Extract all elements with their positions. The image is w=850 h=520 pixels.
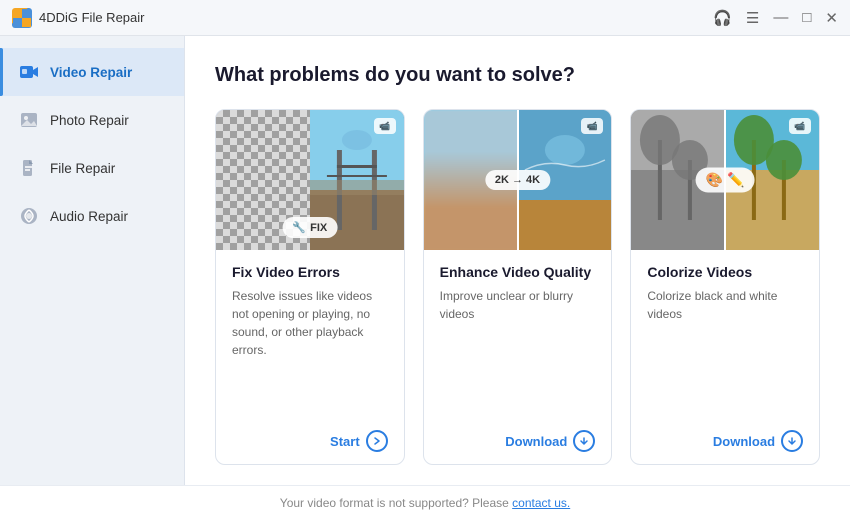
titlebar-controls: 🎧 ☰ — □ ✕: [713, 9, 838, 27]
card-title-fix: Fix Video Errors: [232, 264, 388, 280]
titlebar: 4DDiG File Repair 🎧 ☰ — □ ✕: [0, 0, 850, 36]
start-arrow-circle: [366, 430, 388, 452]
card-body-enhance: Enhance Video Quality Improve unclear or…: [424, 250, 612, 464]
video-icon-badge-colorize: 📹: [789, 118, 811, 134]
app-title: 4DDiG File Repair: [39, 10, 144, 25]
card-body-colorize: Colorize Videos Colorize black and white…: [631, 250, 819, 464]
video-icon-badge-enhance: 📹: [581, 118, 603, 134]
download-arrow-circle-enhance: [573, 430, 595, 452]
sidebar-label-video-repair: Video Repair: [50, 65, 132, 80]
sidebar-item-photo-repair[interactable]: Photo Repair: [0, 96, 184, 144]
wrench-icon: 🔧: [292, 221, 306, 234]
card-enhance-video: 2K → 4K 📹 Enhance Video Quality Improve …: [423, 109, 613, 465]
sidebar-item-video-repair[interactable]: Video Repair: [0, 48, 184, 96]
fix-badge-label: FIX: [310, 222, 327, 234]
download-label-colorize: Download: [713, 434, 775, 449]
fix-badge: 🔧 FIX: [282, 217, 337, 238]
card-desc-fix: Resolve issues like videos not opening o…: [232, 287, 388, 420]
card-colorize-video: 🎨 ✏️ 📹 Colorize Videos Colorize black an…: [630, 109, 820, 465]
footer: Your video format is not supported? Plea…: [0, 485, 850, 520]
video-repair-icon: [18, 61, 40, 83]
card-fix-video-errors: 🔧 FIX 📹 Fix Video Errors Resolve issues …: [215, 109, 405, 465]
card-action-fix: Start: [232, 430, 388, 452]
photo-repair-icon: [18, 109, 40, 131]
sidebar: Video Repair Photo Repair: [0, 36, 185, 485]
file-repair-icon: [18, 157, 40, 179]
sidebar-label-audio-repair: Audio Repair: [50, 209, 128, 224]
enhance-badge: 2K → 4K: [485, 170, 550, 190]
sidebar-label-photo-repair: Photo Repair: [50, 113, 129, 128]
app-icon: [12, 8, 32, 28]
video-icon-badge-fix: 📹: [374, 118, 396, 134]
palette-icon: 🎨: [706, 172, 723, 189]
download-label-enhance: Download: [505, 434, 567, 449]
card-action-colorize: Download: [647, 430, 803, 452]
card-title-colorize: Colorize Videos: [647, 264, 803, 280]
card-title-enhance: Enhance Video Quality: [440, 264, 596, 280]
card-desc-colorize: Colorize black and white videos: [647, 287, 803, 420]
contact-us-link[interactable]: contact us.: [512, 496, 570, 510]
card-image-colorize: 🎨 ✏️ 📹: [631, 110, 819, 250]
start-label: Start: [330, 434, 360, 449]
main-layout: Video Repair Photo Repair: [0, 36, 850, 485]
colorize-badge: 🎨 ✏️: [696, 168, 755, 193]
card-action-enhance: Download: [440, 430, 596, 452]
cards-row: 🔧 FIX 📹 Fix Video Errors Resolve issues …: [215, 109, 820, 465]
start-button[interactable]: Start: [330, 430, 388, 452]
maximize-icon[interactable]: □: [802, 9, 811, 26]
page-title: What problems do you want to solve?: [215, 64, 820, 87]
card-desc-enhance: Improve unclear or blurry videos: [440, 287, 596, 420]
footer-text: Your video format is not supported? Plea…: [280, 496, 512, 510]
sidebar-label-file-repair: File Repair: [50, 161, 115, 176]
download-button-colorize[interactable]: Download: [713, 430, 803, 452]
pencil-icon: ✏️: [727, 172, 744, 189]
download-button-enhance[interactable]: Download: [505, 430, 595, 452]
card-image-fix: 🔧 FIX 📹: [216, 110, 404, 250]
sidebar-item-audio-repair[interactable]: Audio Repair: [0, 192, 184, 240]
close-icon[interactable]: ✕: [825, 9, 838, 27]
titlebar-left: 4DDiG File Repair: [12, 8, 144, 28]
minimize-icon[interactable]: —: [773, 9, 788, 26]
audio-repair-icon: [18, 205, 40, 227]
card-image-enhance: 2K → 4K 📹: [424, 110, 612, 250]
sidebar-item-file-repair[interactable]: File Repair: [0, 144, 184, 192]
headphones-icon[interactable]: 🎧: [713, 9, 732, 27]
content-area: What problems do you want to solve?: [185, 36, 850, 485]
menu-icon[interactable]: ☰: [746, 9, 759, 27]
download-arrow-circle-colorize: [781, 430, 803, 452]
card-body-fix: Fix Video Errors Resolve issues like vid…: [216, 250, 404, 464]
